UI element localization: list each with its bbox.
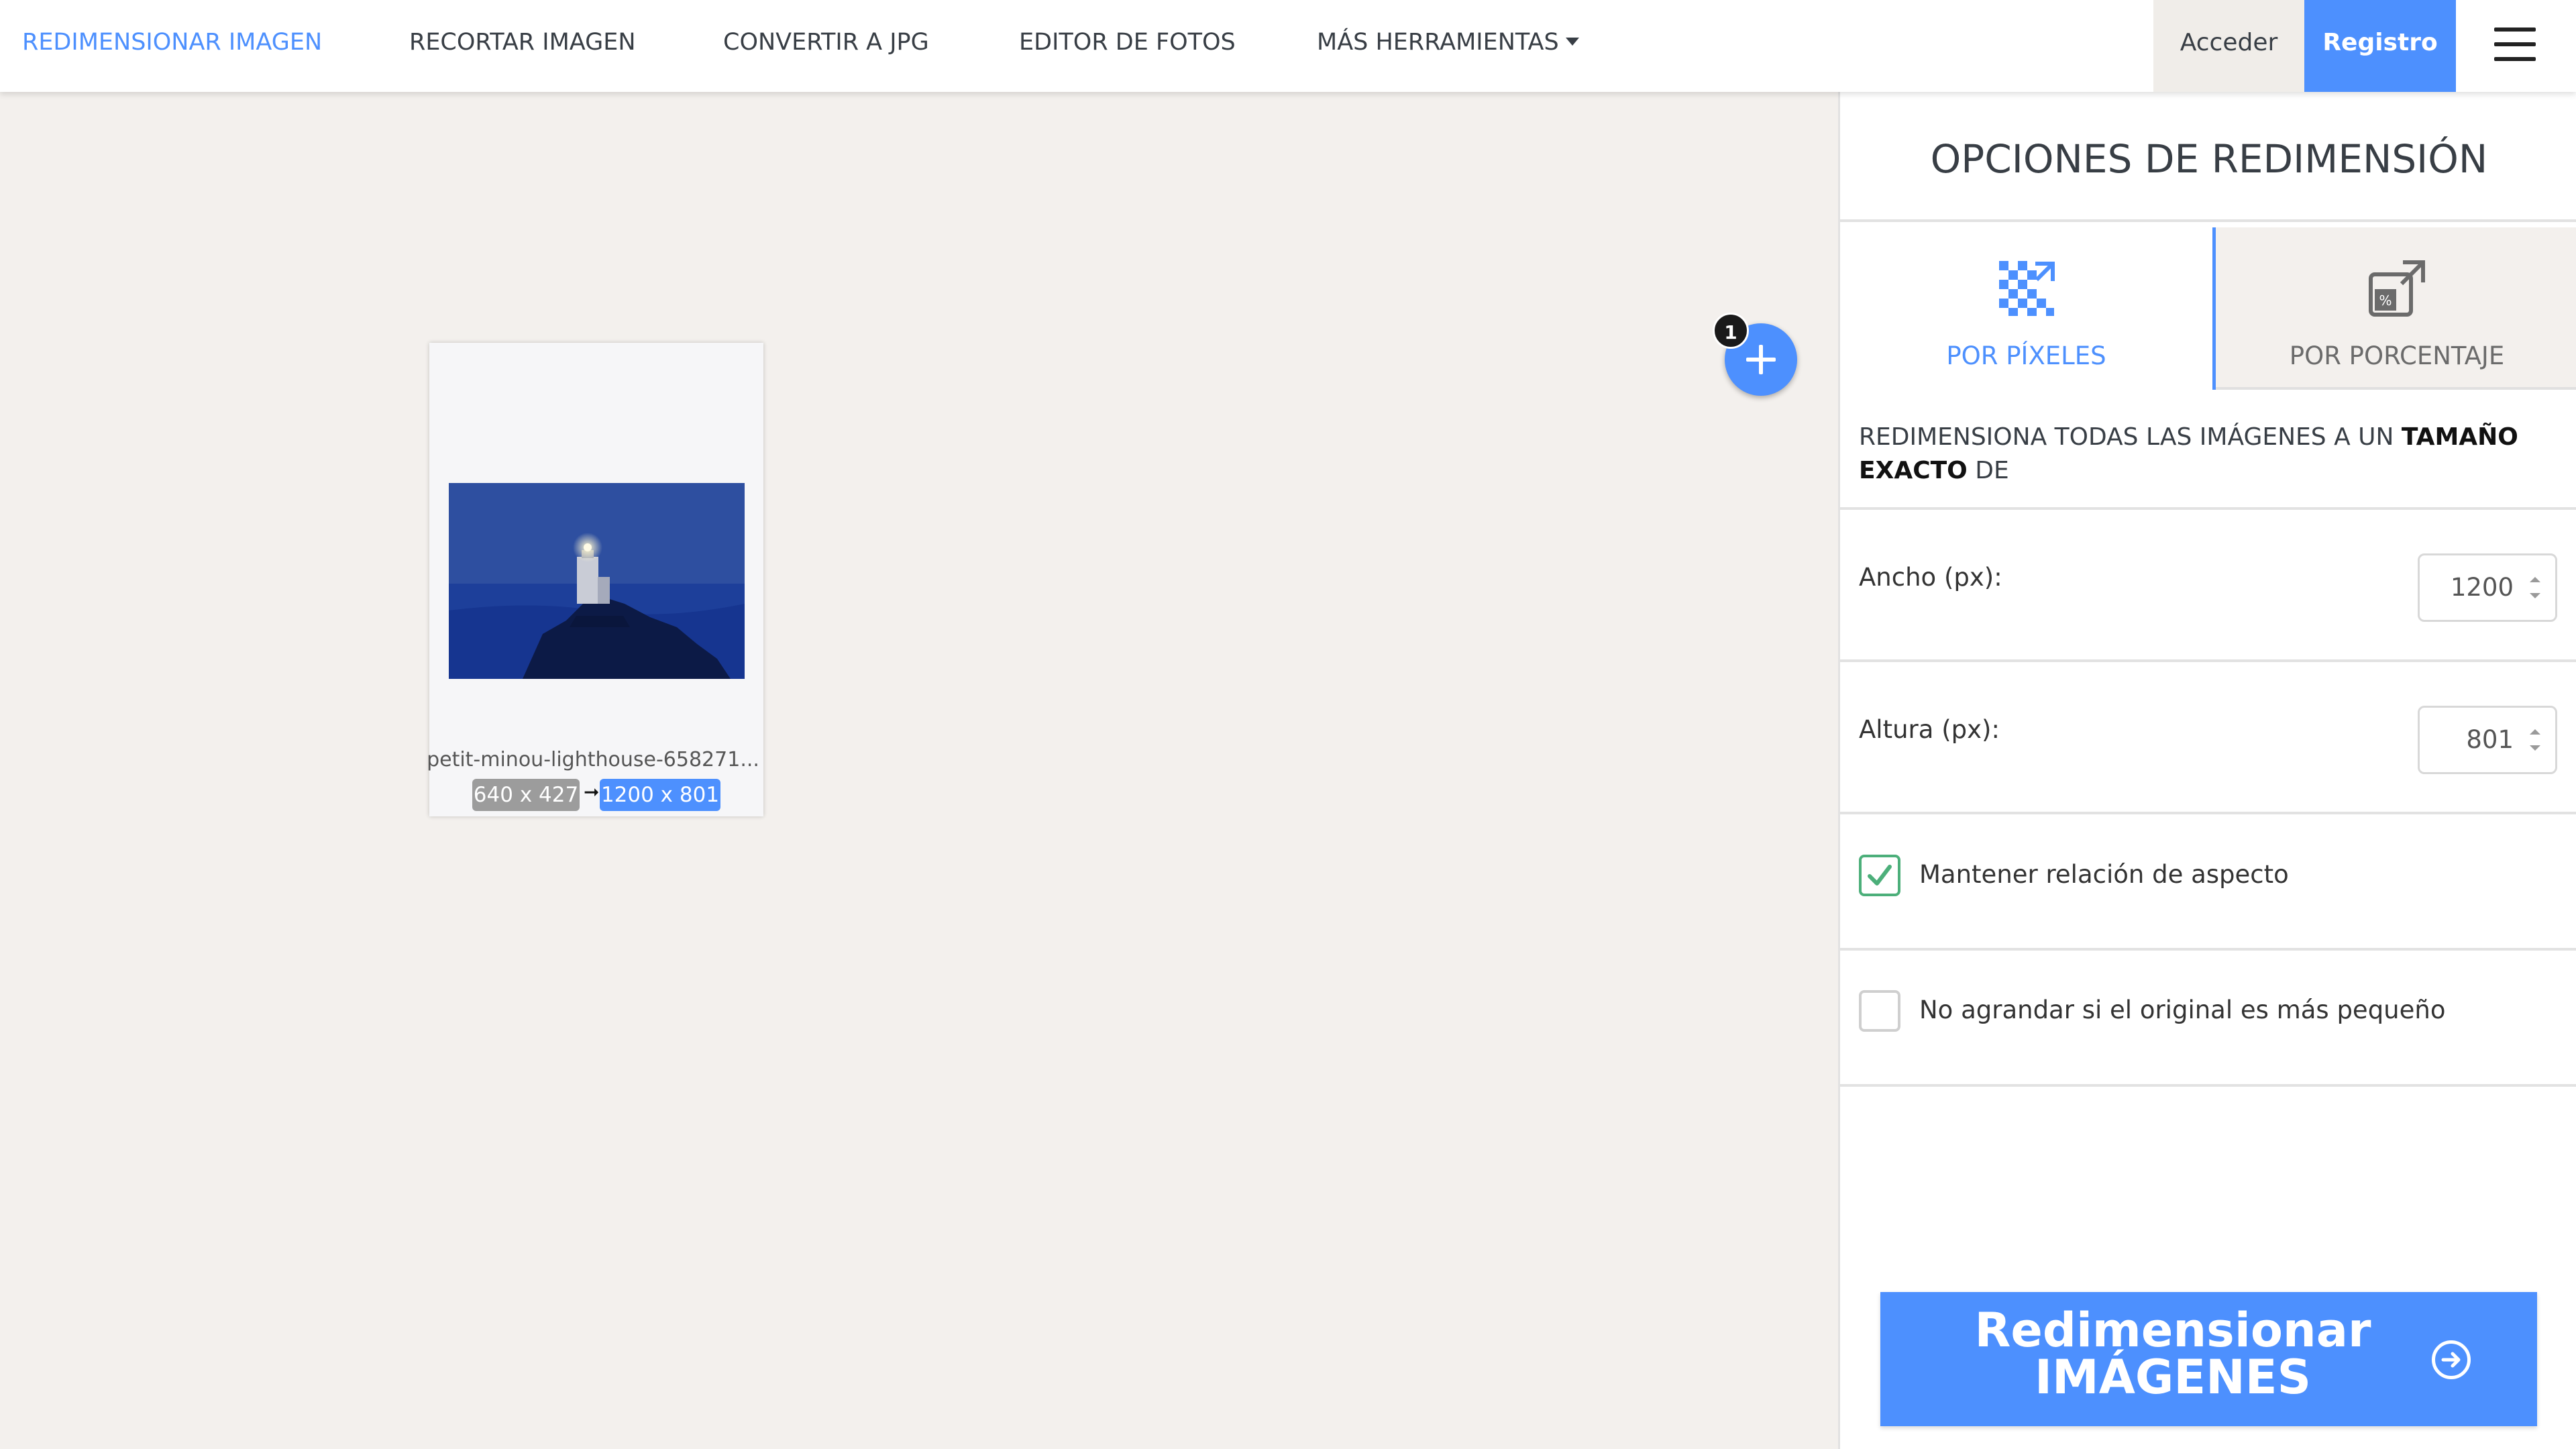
height-label: Altura (px): [1859,715,2000,744]
nav-crop-image[interactable]: RECORTAR IMAGEN [409,0,636,92]
new-size-badge: 1200 x 801 [600,779,720,811]
register-button[interactable]: Registro [2304,0,2456,92]
login-button[interactable]: Acceder [2153,0,2304,92]
submit-text: Redimensionar IMÁGENES [1880,1307,2465,1401]
tab-by-percentage-label: POR PORCENTAJE [2289,341,2505,370]
submit-line-1: Redimensionar [1974,1303,2371,1358]
no-enlarge-checkbox[interactable] [1859,990,1900,1032]
nav-photo-editor[interactable]: EDITOR DE FOTOS [1019,0,1236,92]
svg-text:%: % [2379,292,2392,309]
caret-down-icon [1565,38,1579,46]
panel-title: OPCIONES DE REDIMENSIÓN [1930,136,2488,182]
spin-up-icon[interactable] [2530,577,2540,582]
divider [1840,812,2576,814]
spin-up-icon[interactable] [2530,729,2540,735]
original-size-badge: 640 x 427 [472,779,580,811]
arrow-right-icon: ➞ [584,781,600,803]
instruction-suffix: DE [1967,457,2009,484]
file-name-label: petit-minou-lighthouse-658271... [427,748,759,771]
nav-convert-jpg[interactable]: CONVERTIR A JPG [723,0,929,92]
divider [1840,507,2576,510]
image-count-badge: 1 [1713,313,1749,349]
spin-down-icon[interactable] [2530,745,2540,751]
image-file-card[interactable] [429,343,763,816]
width-label: Ancho (px): [1859,563,2002,592]
lighthouse-thumbnail [449,483,745,679]
resize-instruction: REDIMENSIONA TODAS LAS IMÁGENES A UN TAM… [1859,421,2557,488]
resize-images-button[interactable]: Redimensionar IMÁGENES [1880,1292,2537,1426]
hamburger-menu-icon[interactable] [2494,28,2536,61]
keep-aspect-label: Mantener relación de aspecto [1919,860,2289,889]
checkmark-icon [1868,865,1892,885]
nav-resize-image[interactable]: REDIMENSIONAR IMAGEN [22,0,322,92]
no-enlarge-label: No agrandar si el original es más pequeñ… [1919,996,2446,1024]
tab-by-percentage[interactable]: % POR PORCENTAJE [2216,227,2576,390]
top-navigation-bar: REDIMENSIONAR IMAGEN RECORTAR IMAGEN CON… [0,0,2576,92]
submit-line-2: IMÁGENES [2035,1350,2311,1405]
tab-by-pixels[interactable]: POR PÍXELES [1840,227,2216,390]
spin-down-icon[interactable] [2530,593,2540,598]
pixels-resize-icon [1998,261,2055,316]
divider [1840,659,2576,662]
width-input[interactable]: 1200 [2418,553,2557,622]
width-value: 1200 [2450,573,2514,602]
nav-more-tools-label: MÁS HERRAMIENTAS [1317,29,1559,56]
instruction-prefix: REDIMENSIONA TODAS LAS IMÁGENES A UN [1859,423,2402,451]
height-value: 801 [2466,725,2514,754]
keep-aspect-checkbox[interactable] [1859,855,1900,896]
height-input[interactable]: 801 [2418,706,2557,774]
tab-by-pixels-label: POR PÍXELES [1946,341,2106,370]
workspace-area: petit-minou-lighthouse-658271... 640 x 4… [0,92,1838,1449]
percent-resize-icon: % [2369,260,2425,317]
arrow-circle-right-icon [2432,1340,2471,1379]
divider [1840,219,2576,222]
resize-options-panel: OPCIONES DE REDIMENSIÓN POR PÍXELES % PO… [1838,92,2576,1449]
divider [1840,1084,2576,1087]
divider [1840,948,2576,951]
nav-more-tools[interactable]: MÁS HERRAMIENTAS [1317,0,1579,92]
